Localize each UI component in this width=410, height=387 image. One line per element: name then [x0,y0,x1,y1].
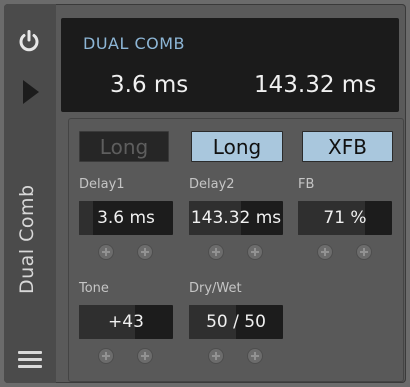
delay1-add-icon[interactable] [99,245,113,259]
tone-add-icon[interactable] [99,349,113,363]
tone-label: Tone [79,281,109,296]
long2-toggle-button[interactable]: Long [191,131,283,162]
fb-field[interactable]: 71 % [298,201,392,235]
delay1-label: Delay1 [79,177,125,192]
display-delay1: 3.6 ms [110,72,189,98]
xfb-toggle-button[interactable]: XFB [302,131,393,162]
drywet-label: Dry/Wet [189,281,242,296]
display-delay2: 143.32 ms [254,72,377,98]
device: Dual Comb DUAL COMB 3.6 ms 143.32 ms Lon… [4,4,406,383]
drywet-add-icon[interactable] [209,349,223,363]
device-sidebar: Dual Comb [4,4,56,383]
play-icon[interactable] [23,80,39,104]
fb-label: FB [298,177,315,192]
fb-add-icon[interactable] [318,245,332,259]
delay2-add-icon[interactable] [209,245,223,259]
display-header: DUAL COMB 3.6 ms 143.32 ms [61,18,399,112]
long1-toggle-button[interactable]: Long [79,131,169,162]
fb-value: 71 % [323,208,367,228]
tone-field[interactable]: +43 [79,305,173,339]
drywet-add-icon[interactable] [248,349,262,363]
drywet-field[interactable]: 50 / 50 [189,305,283,339]
delay1-fill [79,201,94,235]
drywet-value: 50 / 50 [206,312,266,332]
delay2-add-icon[interactable] [248,245,262,259]
display-name: DUAL COMB [83,34,186,53]
tone-value: +43 [108,312,144,332]
delay2-value: 143.32 ms [190,208,282,228]
control-panel: Long Long XFB Delay1 Delay2 FB 3.6 ms 14… [68,118,404,382]
tone-add-icon[interactable] [138,349,152,363]
power-icon[interactable] [18,30,40,52]
fb-add-icon[interactable] [357,245,371,259]
delay1-add-icon[interactable] [138,245,152,259]
device-title: Dual Comb [16,184,38,294]
delay2-label: Delay2 [189,177,235,192]
delay1-field[interactable]: 3.6 ms [79,201,173,235]
delay1-value: 3.6 ms [97,208,155,228]
menu-icon[interactable] [18,351,42,369]
delay2-field[interactable]: 143.32 ms [189,201,283,235]
